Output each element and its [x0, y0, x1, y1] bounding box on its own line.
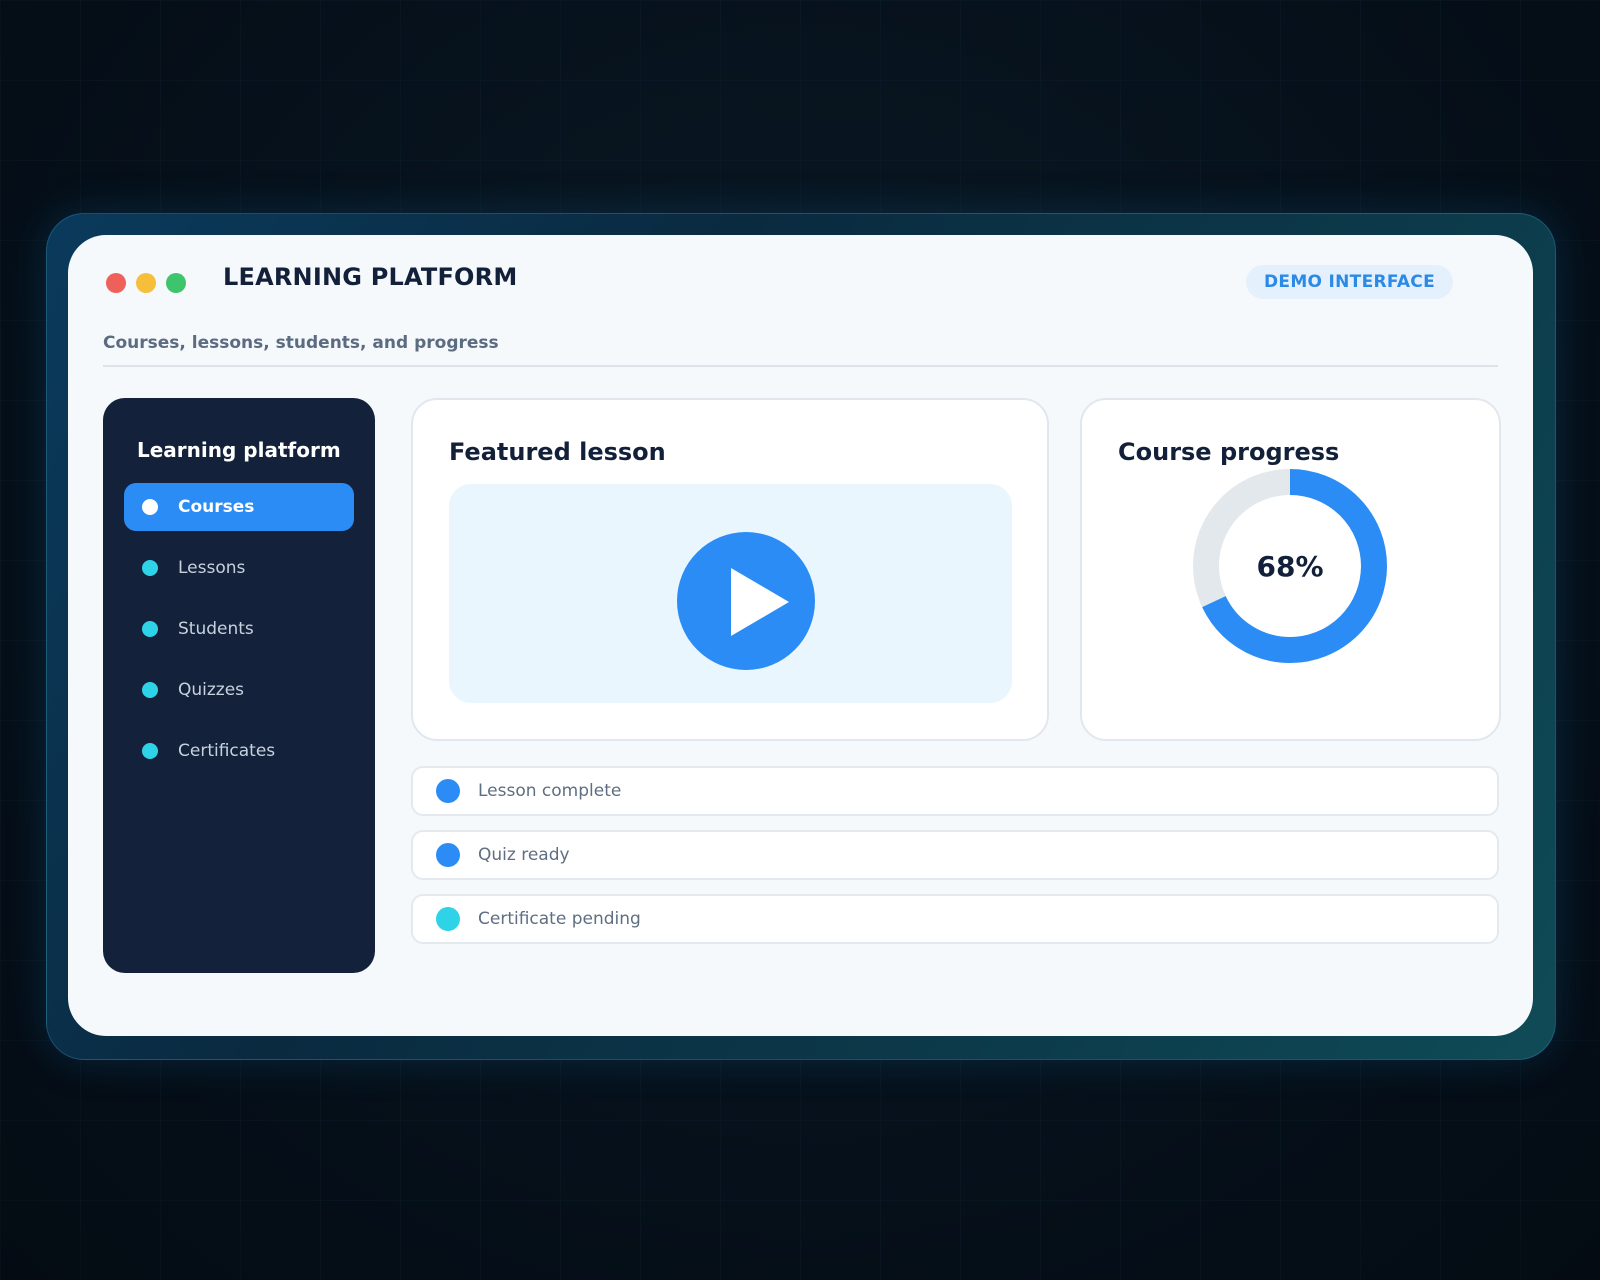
- course-progress-title: Course progress: [1118, 438, 1340, 466]
- app-title: LEARNING PLATFORM: [223, 263, 518, 291]
- sidebar-item-lessons[interactable]: Lessons: [124, 544, 354, 592]
- featured-lesson-card: Featured lesson: [411, 398, 1049, 741]
- sidebar-item-label: Courses: [178, 497, 255, 517]
- sidebar-item-label: Certificates: [178, 741, 276, 761]
- app-window: LEARNING PLATFORM DEMO INTERFACE Courses…: [68, 235, 1533, 1036]
- status-dot-icon: [436, 779, 460, 803]
- bullet-icon: [142, 560, 158, 576]
- status-label: Certificate pending: [478, 909, 641, 929]
- demo-badge: DEMO INTERFACE: [1246, 265, 1453, 299]
- play-button[interactable]: [677, 532, 815, 670]
- window-controls: [106, 273, 186, 293]
- sidebar-item-label: Lessons: [178, 558, 246, 578]
- progress-percentage: 68%: [1256, 549, 1324, 583]
- minimize-window-button[interactable]: [136, 273, 156, 293]
- video-player[interactable]: [449, 484, 1012, 703]
- play-icon: [731, 568, 789, 636]
- course-progress-card: Course progress 68%: [1080, 398, 1501, 741]
- close-window-button[interactable]: [106, 273, 126, 293]
- bullet-icon: [142, 743, 158, 759]
- status-item-certificate-pending[interactable]: Certificate pending: [411, 894, 1499, 944]
- status-dot-icon: [436, 843, 460, 867]
- status-label: Quiz ready: [478, 845, 570, 865]
- page-subtitle: Courses, lessons, students, and progress: [103, 333, 499, 353]
- sidebar-item-label: Students: [178, 619, 254, 639]
- featured-lesson-title: Featured lesson: [449, 438, 666, 466]
- bullet-icon: [142, 499, 158, 515]
- sidebar-item-certificates[interactable]: Certificates: [124, 727, 354, 775]
- sidebar: Learning platform Courses Lessons Studen…: [103, 398, 375, 973]
- progress-donut: 68%: [1192, 468, 1388, 664]
- sidebar-nav: Courses Lessons Students Quizzes Certifi…: [124, 483, 354, 788]
- bullet-icon: [142, 682, 158, 698]
- maximize-window-button[interactable]: [166, 273, 186, 293]
- status-item-quiz-ready[interactable]: Quiz ready: [411, 830, 1499, 880]
- status-list: Lesson complete Quiz ready Certificate p…: [411, 766, 1499, 958]
- status-label: Lesson complete: [478, 781, 622, 801]
- sidebar-item-quizzes[interactable]: Quizzes: [124, 666, 354, 714]
- bullet-icon: [142, 621, 158, 637]
- sidebar-item-students[interactable]: Students: [124, 605, 354, 653]
- sidebar-title: Learning platform: [137, 438, 341, 462]
- header-divider: [103, 365, 1498, 367]
- status-item-lesson-complete[interactable]: Lesson complete: [411, 766, 1499, 816]
- sidebar-item-courses[interactable]: Courses: [124, 483, 354, 531]
- sidebar-item-label: Quizzes: [178, 680, 245, 700]
- status-dot-icon: [436, 907, 460, 931]
